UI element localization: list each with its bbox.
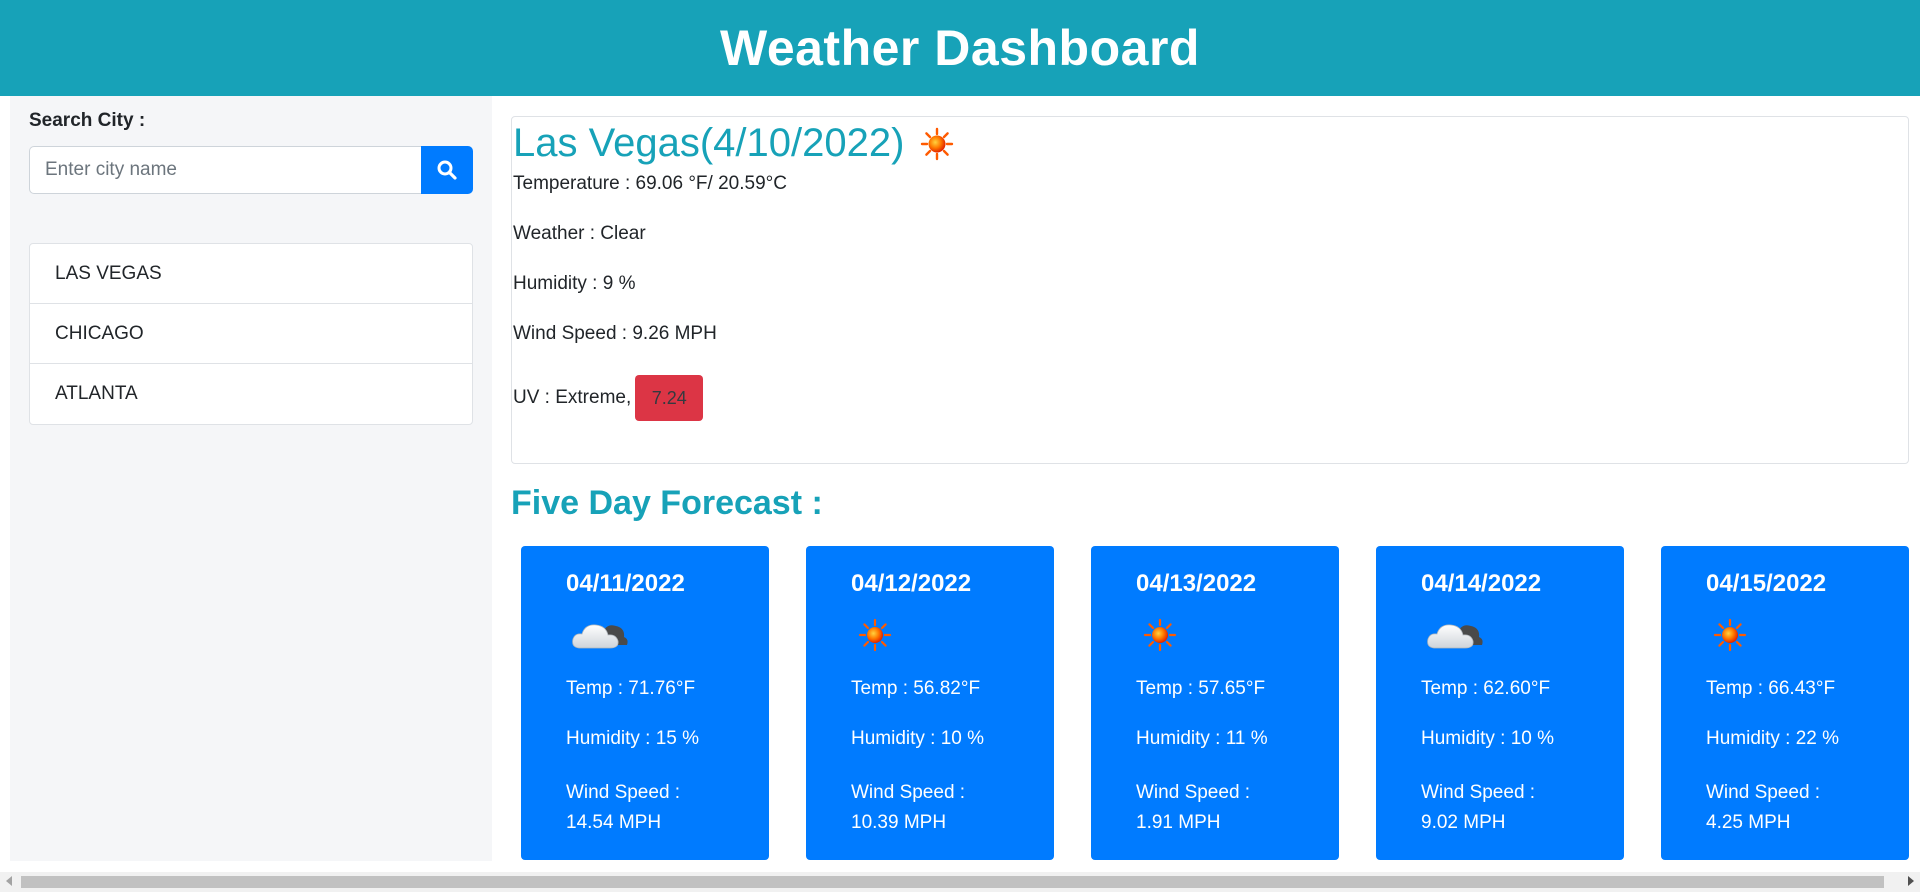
scroll-left-arrow[interactable] [6, 876, 12, 886]
forecast-card: 04/13/2022 Temp : 57.65°F Humidity : 11 … [1091, 546, 1339, 860]
forecast-wind-label: Wind Speed : [1421, 782, 1536, 803]
forecast-card: 04/12/2022 Temp : 56.82°F Humidity : 10 … [806, 546, 1054, 860]
forecast-date: 04/14/2022 [1421, 570, 1542, 597]
history-item-las-vegas[interactable]: LAS VEGAS [30, 244, 472, 304]
current-weather-card: Las Vegas(4/10/2022) Temperature : 69.06… [511, 116, 1909, 464]
forecast-humidity: Humidity : 11 % [1136, 728, 1268, 749]
cloud-icon [572, 624, 628, 649]
uv-label: UV : Extreme, [513, 387, 632, 409]
forecast-wind-value: 4.25 MPH [1706, 812, 1791, 833]
current-city-title: Las Vegas(4/10/2022) [513, 121, 954, 166]
forecast-date: 04/12/2022 [851, 570, 972, 597]
forecast-wind-value: 14.54 MPH [566, 812, 662, 833]
uv-badge: 7.24 [635, 375, 704, 421]
forecast-temp: Temp : 56.82°F [851, 678, 981, 699]
current-humidity: Humidity : 9 % [513, 273, 636, 294]
page-title: Weather Dashboard [720, 20, 1200, 76]
forecast-humidity: Humidity : 10 % [1421, 728, 1555, 749]
sun-icon [858, 618, 892, 652]
forecast-wind-value: 9.02 MPH [1421, 812, 1506, 833]
current-temperature: Temperature : 69.06 °F/ 20.59°C [513, 173, 787, 194]
history-item-atlanta[interactable]: ATLANTA [30, 364, 472, 424]
forecast-humidity: Humidity : 10 % [851, 728, 985, 749]
forecast-temp: Temp : 71.76°F [566, 678, 696, 699]
sidebar: Search City : LAS VEGAS CHICAGO ATLANTA [10, 96, 492, 861]
search-label: Search City : [29, 110, 146, 131]
forecast-wind-label: Wind Speed : [1706, 782, 1821, 803]
current-weather-desc: Weather : Clear [513, 223, 646, 244]
cloud-icon [1427, 624, 1483, 649]
scroll-right-arrow[interactable] [1908, 876, 1914, 886]
search-form [29, 146, 473, 194]
search-input[interactable] [29, 146, 421, 194]
forecast-humidity: Humidity : 15 % [566, 728, 700, 749]
forecast-date: 04/11/2022 [566, 570, 685, 597]
history-item-chicago[interactable]: CHICAGO [30, 304, 472, 364]
forecast-card: 04/11/2022 Temp : 71.76°F Humidity : 15 … [521, 546, 769, 860]
sun-icon [1143, 618, 1177, 652]
forecast-title: Five Day Forecast : [511, 484, 823, 522]
forecast-wind: Wind Speed : 1.91 MPH [1136, 778, 1250, 838]
app-header: Weather Dashboard [0, 0, 1920, 96]
forecast-wind: Wind Speed : 4.25 MPH [1706, 778, 1820, 838]
search-history-list: LAS VEGAS CHICAGO ATLANTA [29, 243, 473, 425]
current-city-name: Las Vegas(4/10/2022) [513, 121, 905, 165]
forecast-date: 04/13/2022 [1136, 570, 1257, 597]
scroll-thumb[interactable] [21, 876, 1884, 888]
forecast-temp: Temp : 62.60°F [1421, 678, 1551, 699]
search-icon [437, 160, 457, 180]
horizontal-scrollbar[interactable] [0, 872, 1920, 892]
forecast-wind: Wind Speed : 9.02 MPH [1421, 778, 1535, 838]
current-uv: UV : Extreme, 7.24 [513, 375, 704, 421]
sun-icon [921, 127, 954, 160]
forecast-humidity: Humidity : 22 % [1706, 728, 1840, 749]
forecast-wind-label: Wind Speed : [851, 782, 966, 803]
forecast-card: 04/14/2022 Temp : 62.60°F Humidity : 10 … [1376, 546, 1624, 860]
sun-icon [1713, 618, 1747, 652]
forecast-wind: Wind Speed : 14.54 MPH [566, 778, 680, 838]
current-wind-speed: Wind Speed : 9.26 MPH [513, 323, 717, 344]
forecast-card: 04/15/2022 Temp : 66.43°F Humidity : 22 … [1661, 546, 1909, 860]
forecast-temp: Temp : 66.43°F [1706, 678, 1836, 699]
forecast-wind: Wind Speed : 10.39 MPH [851, 778, 965, 838]
forecast-wind-value: 1.91 MPH [1136, 812, 1221, 833]
forecast-date: 04/15/2022 [1706, 570, 1827, 597]
forecast-wind-value: 10.39 MPH [851, 812, 947, 833]
forecast-temp: Temp : 57.65°F [1136, 678, 1266, 699]
forecast-wind-label: Wind Speed : [566, 782, 681, 803]
forecast-wind-label: Wind Speed : [1136, 782, 1251, 803]
search-button[interactable] [421, 146, 473, 194]
